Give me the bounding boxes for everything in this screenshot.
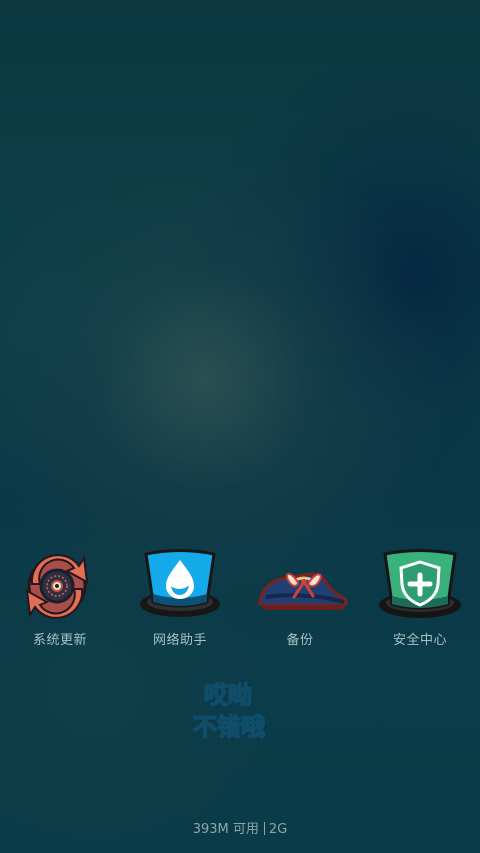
security-center-app[interactable]: 安全中心 [360, 547, 480, 657]
total-memory-text: 2G [268, 822, 288, 837]
available-memory-text: 393M 可用 [192, 822, 259, 837]
mascot-message: 哎呦 不错哦 [189, 681, 289, 754]
mascot-message-line1: 哎呦 [203, 681, 252, 709]
app-shortcut-row: 系统更新 网络助手 备份 安全中心 [0, 547, 480, 657]
system-update-label: 系统更新 [32, 633, 87, 648]
status-divider [263, 822, 265, 835]
system-update-app[interactable]: 系统更新 [0, 547, 120, 657]
system-update-icon [25, 554, 89, 619]
network-assistant-hat-icon [140, 549, 220, 617]
mascot-message-line2: 不错哦 [192, 713, 265, 741]
memory-status: 393M 可用 2G [0, 818, 480, 838]
security-center-hat-icon [379, 549, 461, 618]
backup-shoe-icon [258, 572, 348, 610]
security-center-label: 安全中心 [392, 633, 447, 648]
network-assistant-app[interactable]: 网络助手 [120, 547, 240, 657]
network-assistant-label: 网络助手 [152, 633, 207, 648]
backup-app[interactable]: 备份 [240, 547, 360, 657]
backup-label: 备份 [286, 633, 314, 648]
home-screen: 系统更新 网络助手 备份 安全中心 哎呦 不错哦 393M 可用 2G [0, 0, 480, 853]
